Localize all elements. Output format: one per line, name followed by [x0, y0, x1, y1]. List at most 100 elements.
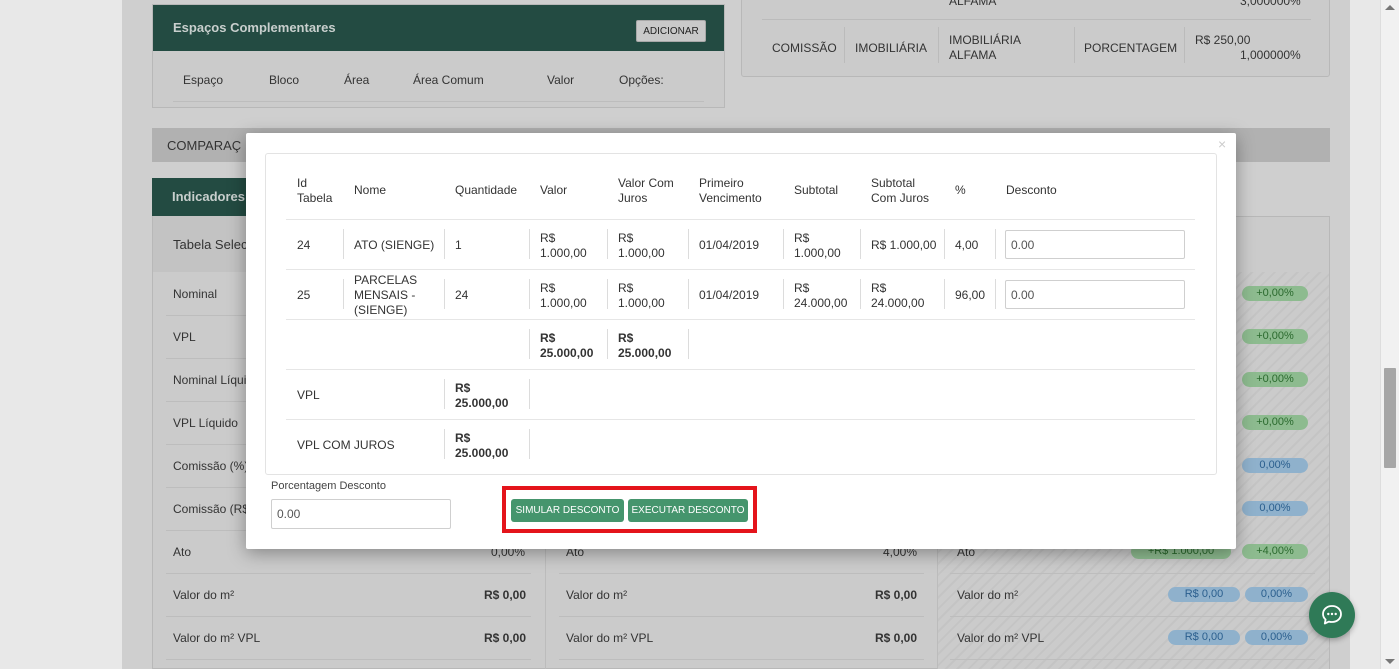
col-separator	[860, 279, 861, 309]
comparacao-label: COMPARAÇ	[167, 138, 242, 153]
row1-valor-currency: R$	[540, 231, 556, 245]
col-separator	[444, 429, 445, 459]
row2-valor: R$ 1.000,00	[540, 281, 587, 311]
col-separator	[343, 279, 344, 309]
label-vpl: VPL	[173, 330, 196, 344]
header-quantidade: Quantidade	[455, 183, 518, 197]
label-ato: Ato	[173, 545, 192, 559]
total-valor-juros-currency: R$	[618, 331, 634, 345]
badge-variacao: 0,00%	[1242, 458, 1308, 473]
col-espaco: Espaço	[183, 73, 224, 87]
row1-nome: ATO (SIENGE)	[354, 238, 435, 252]
value-valor-m2: R$ 0,00	[484, 588, 527, 602]
header-subtotal-juros: Subtotal Com Juros	[871, 176, 929, 206]
row-line	[166, 659, 531, 660]
header-valor-juros-line1: Valor Com	[618, 176, 674, 190]
simular-desconto-button[interactable]: SIMULAR DESCONTO	[511, 499, 624, 522]
row2-nome-line3: (SIENGE)	[354, 303, 408, 317]
row1-desconto-input[interactable]	[1005, 230, 1185, 259]
row2-valor-currency: R$	[540, 281, 556, 295]
cell-imob-alfama-1: IMOBILIÁRIA	[949, 33, 1022, 47]
chat-button[interactable]	[1309, 592, 1355, 638]
row-line	[166, 573, 531, 574]
row2-valor-juros-amount: 1.000,00	[618, 296, 665, 310]
divider	[173, 101, 704, 102]
partial-pct: 3,000000%	[1240, 0, 1301, 8]
col-separator	[607, 279, 608, 309]
row-line	[559, 616, 924, 617]
header-id-line2: Tabela	[297, 191, 333, 205]
col-separator	[1184, 27, 1185, 63]
porcentagem-desconto-label: Porcentagem Desconto	[271, 480, 386, 492]
header-subtotal-juros-line2: Com Juros	[871, 191, 930, 205]
col-separator	[607, 229, 608, 259]
col-separator	[529, 279, 530, 309]
label-valor-m2-vpl-3: Valor do m² VPL	[957, 631, 1045, 645]
row2-valor-juros-currency: R$	[618, 281, 634, 295]
executar-desconto-button[interactable]: EXECUTAR DESCONTO	[628, 499, 748, 522]
row1-pct: 4,00	[955, 238, 979, 252]
row1-subtotal-amount: 1.000,00	[794, 246, 841, 260]
close-icon[interactable]: ×	[1218, 137, 1226, 151]
espacos-header: Espaços Complementares ADICIONAR	[153, 5, 724, 51]
total-valor-currency: R$	[540, 331, 556, 345]
col-separator	[444, 279, 445, 309]
cell-porcentagem: PORCENTAGEM	[1084, 41, 1178, 55]
header-valor-juros: Valor Com Juros	[618, 176, 674, 206]
col-separator	[688, 329, 689, 359]
scrollbar[interactable]	[1380, 0, 1399, 669]
vpl-juros-value: R$ 25.000,00	[455, 431, 508, 461]
chat-icon	[1322, 605, 1342, 625]
partial-alfama: ALFAMA	[949, 0, 997, 8]
col-opcoes: Opções:	[619, 73, 664, 87]
total-valor: R$ 25.000,00	[540, 331, 593, 361]
right-gutter	[1350, 0, 1380, 669]
total-valor-juros-amount: 25.000,00	[618, 346, 672, 360]
tabela-label: Tabela Seleci	[173, 237, 251, 252]
label-comissao-rs: Comissão (R$	[173, 502, 250, 516]
espacos-title: Espaços Complementares	[173, 20, 336, 35]
scroll-thumb[interactable]	[1384, 368, 1396, 468]
label-comissao-pct: Comissão (%)	[173, 459, 249, 473]
left-gutter	[0, 0, 122, 669]
header-primeiro-line1: Primeiro	[699, 176, 744, 190]
col-separator	[343, 229, 344, 259]
badge-ato-pct: +4,00%	[1242, 544, 1308, 559]
row2-primeiro: 01/04/2019	[699, 288, 760, 302]
cell-pct: 1,000000%	[1240, 48, 1301, 62]
table-row-divider	[286, 419, 1195, 420]
row2-subtotal-amount: 24.000,00	[794, 296, 848, 310]
cell-comissao: COMISSÃO	[772, 41, 837, 55]
badge-valor-m2: R$ 0,00	[1168, 587, 1240, 602]
porcentagem-desconto-input[interactable]	[271, 499, 451, 529]
row1-primeiro: 01/04/2019	[699, 238, 760, 252]
row2-pct: 96,00	[955, 288, 986, 302]
table-row-divider	[286, 319, 1195, 320]
label-valor-m2-2: Valor do m²	[566, 588, 628, 602]
vpl-value: R$ 25.000,00	[455, 381, 508, 411]
value-valor-m2-vpl: R$ 0,00	[484, 631, 527, 645]
header-subtotal-juros-line1: Subtotal	[871, 176, 916, 190]
row1-valor-juros: R$ 1.000,00	[618, 231, 665, 261]
desconto-modal: × Id Tabela Nome Quantidade Valor Valor …	[246, 133, 1236, 549]
col-separator	[529, 429, 530, 459]
scroll-up-icon[interactable]	[1385, 5, 1395, 10]
col-bloco: Bloco	[269, 73, 300, 87]
col-separator	[783, 279, 784, 309]
row2-nome-line1: PARCELAS	[354, 273, 418, 287]
total-valor-juros: R$ 25.000,00	[618, 331, 671, 361]
row2-desconto-input[interactable]	[1005, 280, 1185, 309]
row2-quantidade: 24	[455, 288, 469, 302]
label-valor-m2-vpl-2: Valor do m² VPL	[566, 631, 654, 645]
col-separator	[444, 229, 445, 259]
col-area: Área	[344, 73, 370, 87]
col-separator	[688, 229, 689, 259]
scroll-down-icon[interactable]	[1385, 659, 1395, 664]
col-separator	[607, 329, 608, 359]
row1-subtotal: R$ 1.000,00	[794, 231, 841, 261]
adicionar-button[interactable]: ADICIONAR	[636, 20, 706, 42]
cell-imob-alfama-2: ALFAMA	[949, 48, 997, 62]
header-primeiro-vencimento: Primeiro Vencimento	[699, 176, 762, 206]
col-separator	[844, 27, 845, 63]
espacos-complementares-panel: Espaços Complementares ADICIONAR Espaço …	[152, 4, 725, 108]
